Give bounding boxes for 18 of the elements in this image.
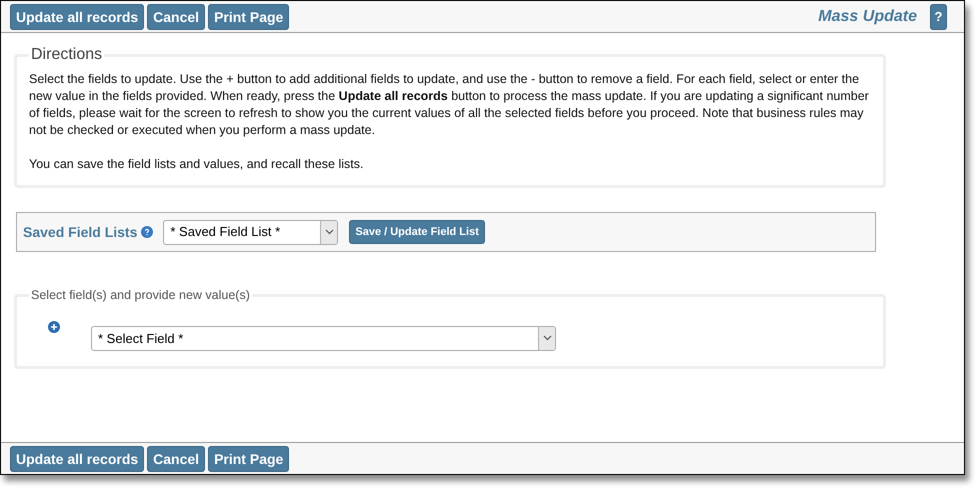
toolbar-button[interactable]: Print Page xyxy=(208,4,290,30)
toolbar-button[interactable]: Cancel xyxy=(147,446,206,472)
directions-text: Select the fields to update. Use the + button to add additional fields to update, and use the - button to remove a field. For each field, select or enter the new value in the fields provided. When ready, press the Update all records button to process the mass update. If you are updating a significant number of fields, please wait for the screen to refresh to show you the current values of all the selected fields before you proceed. Note that business rules may not be checked or executed when you perform a mass update. xyxy=(29,71,870,139)
toolbar-button[interactable]: Cancel xyxy=(147,4,206,30)
select-field-dropdown[interactable]: * Select Field * xyxy=(91,326,556,351)
directions-heading: Directions xyxy=(30,45,104,65)
toolbar-button[interactable]: Update all records xyxy=(10,446,144,472)
add-field-icon[interactable] xyxy=(48,320,60,333)
field-selection-heading: Select field(s) and provide new value(s) xyxy=(30,287,251,304)
page-title: Mass Update xyxy=(818,6,917,26)
toolbar-button[interactable]: Print Page xyxy=(208,446,290,472)
save-field-list-button[interactable]: Save / Update Field List xyxy=(349,220,485,244)
saved-field-list-select[interactable]: * Saved Field List * xyxy=(163,220,338,244)
toolbar-button[interactable]: Update all records xyxy=(10,4,144,30)
directions-text: You can save the field lists and values, and recall these lists. xyxy=(29,156,364,173)
help-icon[interactable] xyxy=(141,226,154,238)
saved-field-lists-label: Saved Field Lists xyxy=(23,222,138,242)
help-button[interactable]: ? xyxy=(930,4,947,30)
